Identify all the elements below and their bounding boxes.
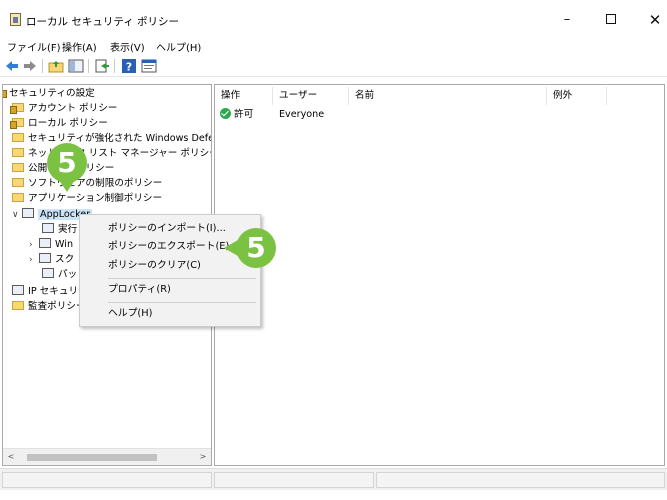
badge-pointer [224,240,238,256]
back-icon[interactable] [4,58,20,74]
menu-separator [108,302,256,303]
script-icon [39,253,51,263]
toolbar-separator [88,59,89,73]
tree-item-executable-rules[interactable]: 実行 [42,222,77,237]
toolbar-separator [114,59,115,73]
lock-folder-icon [10,117,24,129]
properties-icon[interactable] [141,58,157,74]
menu-separator [108,278,256,279]
menu-item-import-policy[interactable]: ポリシーのインポート(I)... [108,221,226,237]
menu-action[interactable]: 操作(A) [62,39,97,54]
chevron-down-icon[interactable]: ∨ [12,208,22,223]
column-header-action[interactable]: 操作 [215,87,273,105]
tree-item-software-restriction[interactable]: ソフトウェアの制限のポリシー [12,176,162,191]
badge-pointer [59,180,75,192]
status-segment [2,472,212,488]
tree-item-windows-defender-firewall[interactable]: セキュリティが強化された Windows Defende [12,131,212,146]
context-menu: ポリシーのインポート(I)... ポリシーのエクスポート(E)... ポリシーの… [79,214,261,327]
folder-icon [12,177,24,187]
up-folder-icon[interactable] [48,58,64,74]
row-user: Everyone [279,109,325,120]
installer-icon [39,238,51,248]
status-segment [376,472,665,488]
folder-icon [12,162,24,172]
menu-item-help[interactable]: ヘルプ(H) [108,306,152,322]
scroll-right-arrow[interactable]: > [198,451,208,463]
tree-item-application-control[interactable]: アプリケーション制御ポリシー [12,191,162,206]
menu-file[interactable]: ファイル(F) [7,39,61,54]
menu-bar: ファイル(F) 操作(A) 表示(V) ヘルプ(H) [0,38,667,55]
network-security-icon [12,285,24,295]
help-icon[interactable]: ? [121,58,137,74]
scroll-left-arrow[interactable]: < [6,451,16,463]
tree-item-network-list-manager[interactable]: ネットワーク リスト マネージャー ポリシー [12,146,211,161]
app-icon [10,13,21,26]
tree-item-label: 監査ポリシー [28,301,86,312]
tree-item-local-policy[interactable]: ローカル ポリシー [10,116,108,131]
folder-icon [12,147,24,157]
tree-item-label: Win [55,239,74,250]
table-row[interactable]: 許可 [220,107,253,123]
chevron-right-icon[interactable]: › [29,238,39,253]
package-icon [42,268,54,278]
menu-item-export-policy[interactable]: ポリシーのエクスポート(E)... [108,239,239,255]
tree-item-label: ソフトウェアの制限のポリシー [28,178,163,189]
tree-root-label: セキュリティの設定 [9,88,95,99]
status-bar [0,468,667,490]
toolbar-separator [42,59,43,73]
folder-icon [12,132,24,142]
chevron-right-icon[interactable]: › [29,253,39,268]
tree-item-label: アカウント ポリシー [28,103,118,114]
forward-icon[interactable] [22,58,38,74]
details-pane[interactable]: 操作 ユーザー 名前 例外 許可 Everyone [214,84,665,466]
tree-item-packaged-app-rules[interactable]: パッ [42,267,77,282]
maximize-icon [606,13,616,24]
column-header-exception[interactable]: 例外 [547,87,607,105]
tree-root[interactable]: セキュリティの設定 [3,86,95,101]
allow-check-icon [220,107,231,119]
folder-icon [12,300,24,310]
tree-item-audit-policy[interactable]: 監査ポリシー [12,299,86,314]
horizontal-scrollbar[interactable]: < > [3,448,211,465]
minimize-button[interactable]: – [553,8,581,32]
tree-item-label: 実行 [58,224,78,235]
tree-item-account-policy[interactable]: アカウント ポリシー [10,101,118,116]
applocker-icon [22,208,34,218]
tree-item-windows-installer-rules[interactable]: › Win [29,237,73,252]
maximize-button[interactable] [597,8,625,32]
tree-item-label: セキュリティが強化された Windows Defende [28,133,212,144]
folder-icon [12,192,24,202]
menu-view[interactable]: 表示(V) [110,39,145,54]
tree-item-label: アプリケーション制御ポリシー [28,193,163,204]
window-title: ローカル セキュリティ ポリシー [26,16,180,28]
tree-item-label: ローカル ポリシー [28,118,108,129]
scrollbar-thumb[interactable] [27,454,157,461]
tree-item-script-rules[interactable]: › スク [29,252,74,267]
tree-item-label: スク [55,254,75,265]
row-action: 許可 [234,109,254,120]
local-security-policy-window: ローカル セキュリティ ポリシー – ✕ ファイル(F) 操作(A) 表示(V)… [0,0,667,500]
shield-lock-icon [3,88,7,98]
lock-folder-icon [10,102,24,114]
menu-item-clear-policy[interactable]: ポリシーのクリア(C) [108,258,201,274]
column-header-name[interactable]: 名前 [349,87,547,105]
close-button[interactable]: ✕ [641,8,667,32]
title-bar: ローカル セキュリティ ポリシー – ✕ [0,0,667,38]
menu-item-properties[interactable]: プロパティ(R) [108,282,171,298]
step-badge-tree: 5 [47,143,87,183]
svg-text:?: ? [126,61,132,74]
menu-help[interactable]: ヘルプ(H) [156,39,201,54]
rules-icon [42,223,54,233]
export-list-icon[interactable] [94,58,110,74]
status-segment [214,472,374,488]
step-badge-menu: 5 [236,228,276,268]
toolbar: ? [0,55,667,77]
column-header-user[interactable]: ユーザー [273,87,349,105]
show-tree-icon[interactable] [68,58,84,74]
tree-item-label: パッ [58,269,78,280]
